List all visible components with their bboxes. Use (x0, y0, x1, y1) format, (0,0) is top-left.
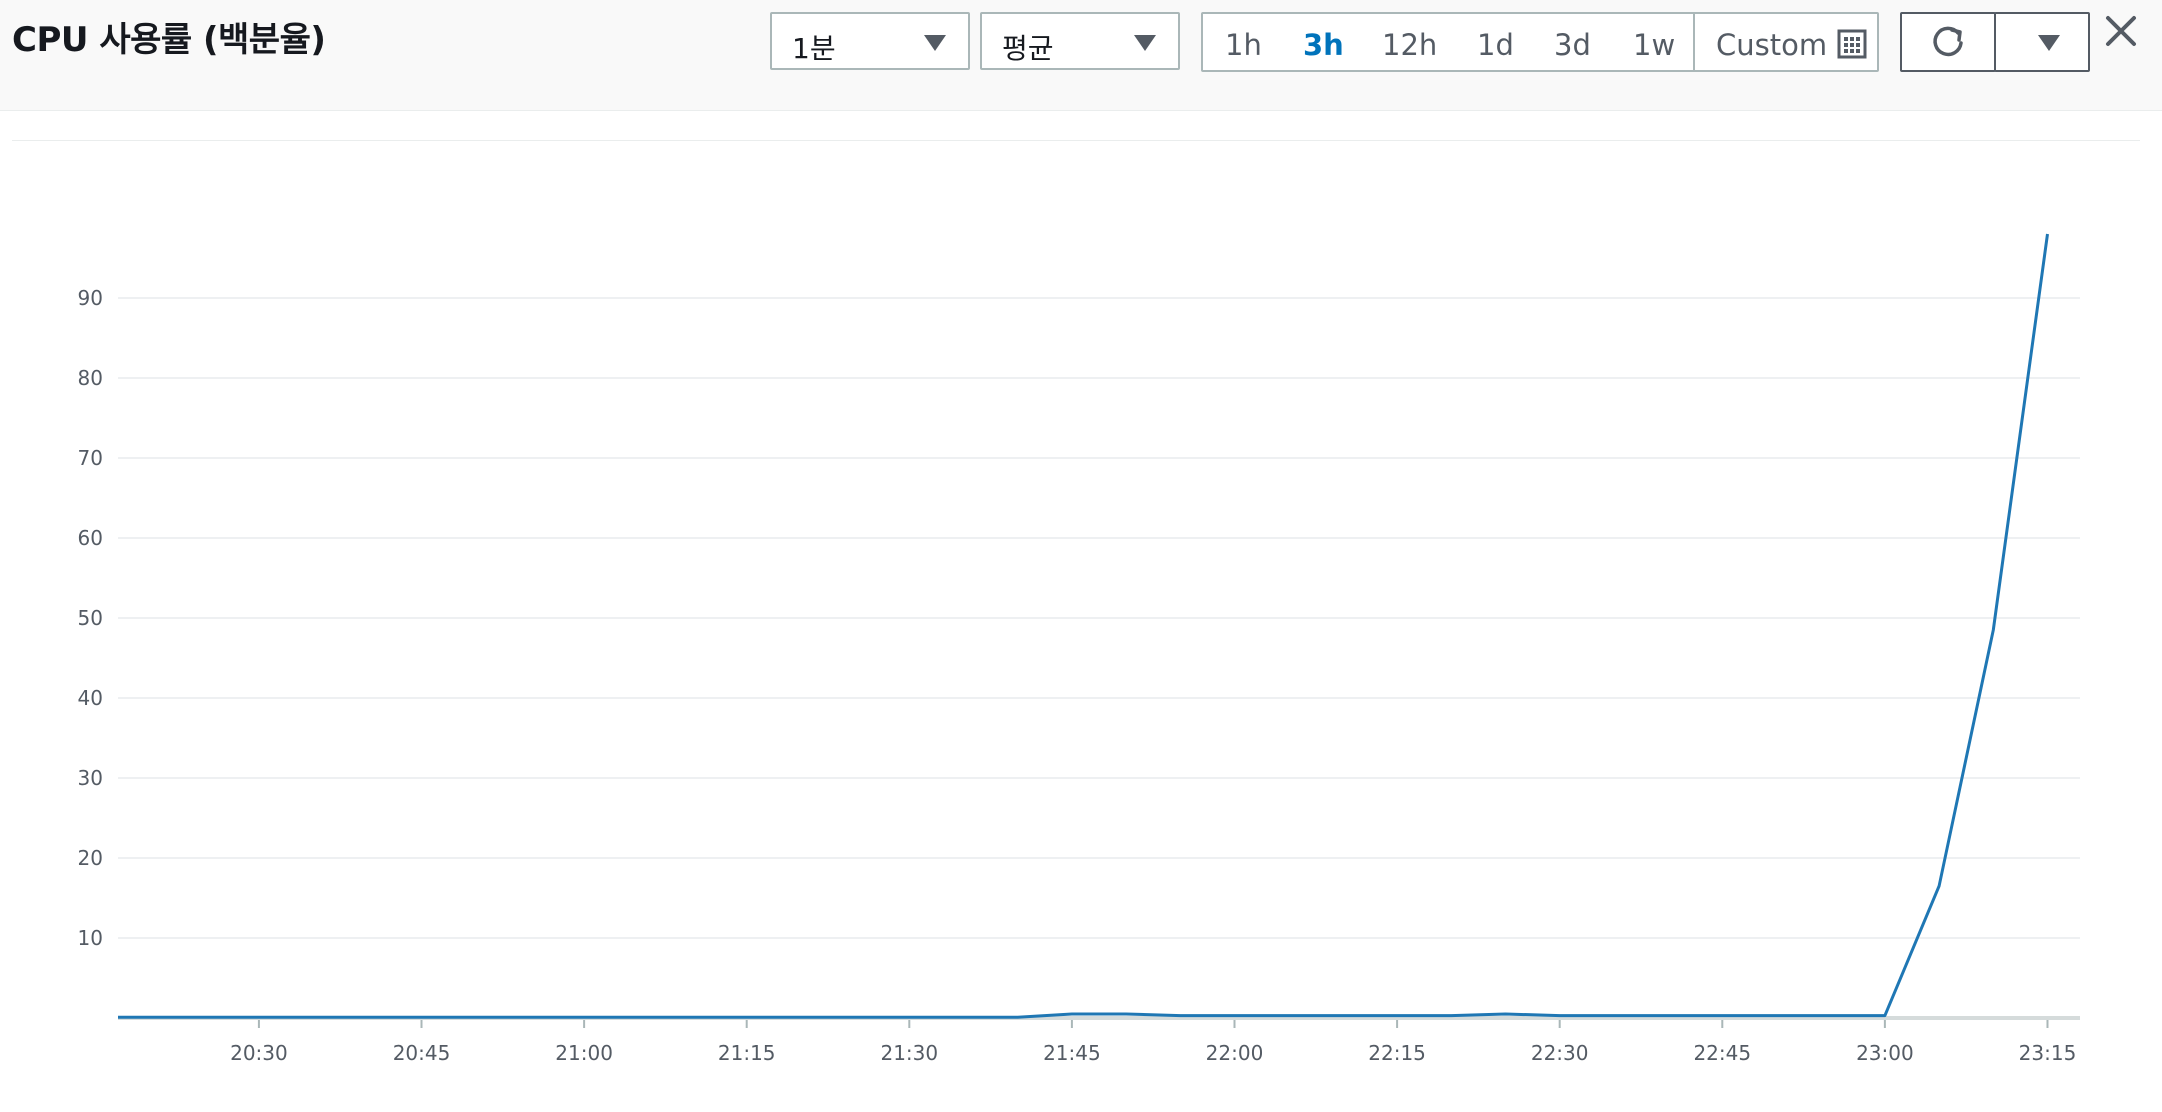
data-point (1937, 884, 1941, 888)
data-point (745, 1015, 749, 1019)
y-tick-label: 50 (78, 606, 103, 630)
y-tick-label: 80 (78, 366, 103, 390)
x-tick-label: 22:00 (1206, 1041, 1264, 1065)
data-point (1503, 1012, 1507, 1016)
y-tick-label: 30 (78, 766, 103, 790)
data-point (2045, 232, 2049, 236)
data-point (1124, 1012, 1128, 1016)
y-tick-label: 90 (78, 286, 103, 310)
x-tick-label: 21:15 (718, 1041, 776, 1065)
data-point (420, 1015, 424, 1019)
data-point (1829, 1014, 1833, 1018)
data-point (257, 1015, 261, 1019)
x-tick-label: 21:45 (1043, 1041, 1101, 1065)
x-tick-label: 21:30 (880, 1041, 938, 1065)
x-tick-label: 20:45 (393, 1041, 451, 1065)
y-tick-label: 10 (78, 926, 103, 950)
y-tick-label: 20 (78, 846, 103, 870)
cpu-utilization-chart: 102030405060708090 20:30 20:45 21:00 21:15 2… (78, 232, 2080, 1065)
data-point (1070, 1012, 1074, 1016)
y-tick-label: 70 (78, 446, 103, 470)
data-point (1883, 1014, 1887, 1018)
y-tick-label: 40 (78, 686, 103, 710)
x-tick-label: 20:30 (230, 1041, 288, 1065)
data-point (582, 1015, 586, 1019)
x-tick-label: 22:15 (1368, 1041, 1426, 1065)
x-tick-label: 23:15 (2019, 1041, 2077, 1065)
chart-grid (118, 297, 2080, 939)
chart-series (116, 232, 2049, 1019)
data-point (1178, 1014, 1182, 1018)
x-tick-label: 23:00 (1856, 1041, 1914, 1065)
data-point (1449, 1014, 1453, 1018)
data-point (1720, 1014, 1724, 1018)
x-tick-label: 21:00 (555, 1041, 613, 1065)
x-tick-label: 22:45 (1693, 1041, 1751, 1065)
data-point (1991, 628, 1995, 632)
data-point (1016, 1015, 1020, 1019)
x-tick-label: 22:30 (1531, 1041, 1589, 1065)
data-point (1558, 1014, 1562, 1018)
data-point (1232, 1014, 1236, 1018)
y-axis-ticks: 10 20 30 40 50 60 70 80 90 (78, 286, 103, 950)
series-line-0 (118, 233, 2049, 1019)
x-axis-ticks: 20:30 20:45 21:00 21:15 21:30 21:45 22:00 22:15… (230, 1020, 2076, 1065)
data-point (907, 1015, 911, 1019)
data-point (116, 1015, 120, 1019)
data-point (1395, 1014, 1399, 1018)
y-tick-label: 60 (78, 526, 103, 550)
